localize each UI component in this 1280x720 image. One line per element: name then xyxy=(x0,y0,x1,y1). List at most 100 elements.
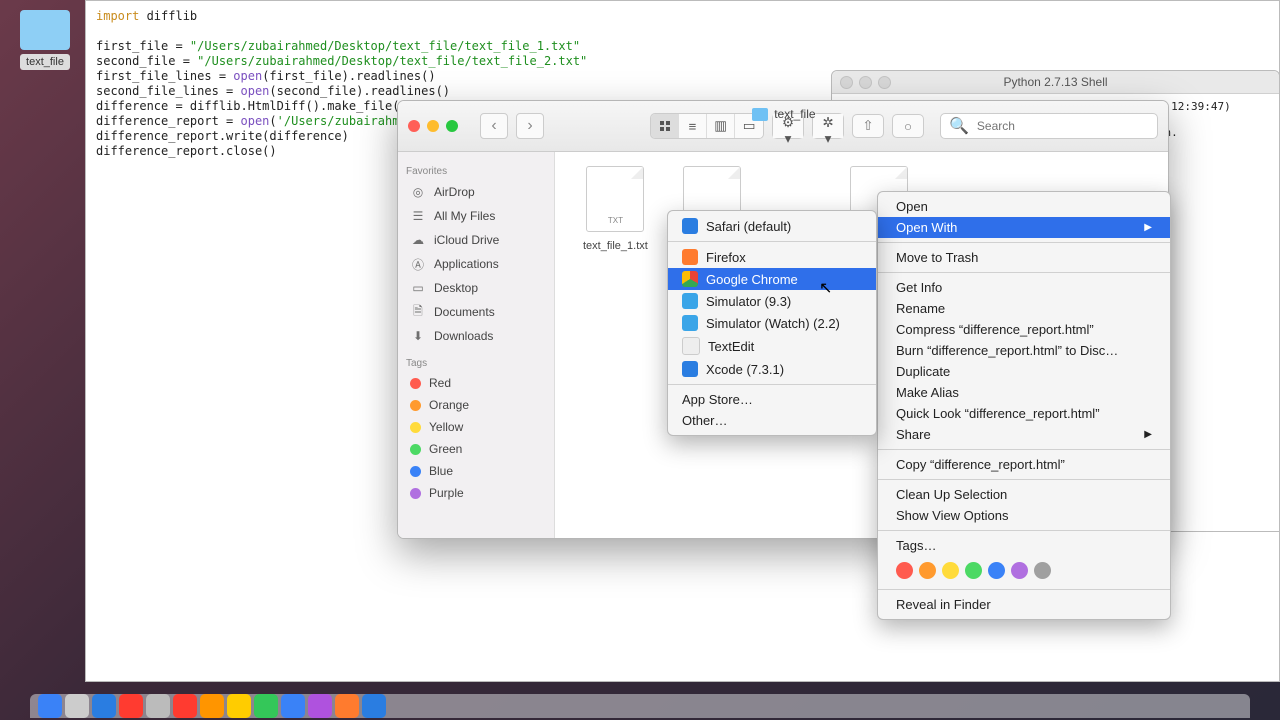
tag-dot-icon xyxy=(410,466,421,477)
dock xyxy=(30,694,1250,718)
dock-app[interactable] xyxy=(254,694,278,718)
close-icon[interactable] xyxy=(840,76,853,89)
menu-burn[interactable]: Burn “difference_report.html” to Disc… xyxy=(878,340,1170,361)
openwith-simulator-watch[interactable]: Simulator (Watch) (2.2) xyxy=(668,312,876,334)
menu-open[interactable]: Open xyxy=(878,196,1170,217)
file-icon xyxy=(586,166,644,232)
dock-app[interactable] xyxy=(146,694,170,718)
list-view-button[interactable]: ≡ xyxy=(679,114,707,138)
openwith-appstore[interactable]: App Store… xyxy=(668,389,876,410)
tag-color-swatch[interactable] xyxy=(896,562,913,579)
desktop-folder[interactable]: text_file xyxy=(20,10,70,68)
chrome-icon xyxy=(682,271,698,287)
menu-duplicate[interactable]: Duplicate xyxy=(878,361,1170,382)
sidebar-item-downloads[interactable]: ⬇Downloads xyxy=(406,324,546,348)
close-icon[interactable] xyxy=(408,120,420,132)
menu-share[interactable]: Share▶ xyxy=(878,424,1170,445)
minimize-icon[interactable] xyxy=(859,76,872,89)
menu-copy[interactable]: Copy “difference_report.html” xyxy=(878,454,1170,475)
icon-view-button[interactable] xyxy=(651,114,679,138)
menu-viewoptions[interactable]: Show View Options xyxy=(878,505,1170,526)
dock-app[interactable] xyxy=(119,694,143,718)
tag-color-swatch[interactable] xyxy=(988,562,1005,579)
tag-color-row xyxy=(878,556,1170,585)
sidebar-tag-orange[interactable]: Orange xyxy=(406,394,546,416)
view-mode-segment: ≡ ▥ ▭ xyxy=(650,113,764,139)
tag-dot-icon xyxy=(410,400,421,411)
window-controls xyxy=(408,120,458,132)
openwith-other[interactable]: Other… xyxy=(668,410,876,431)
simulator-icon xyxy=(682,315,698,331)
zoom-icon[interactable] xyxy=(446,120,458,132)
tag-color-swatch[interactable] xyxy=(942,562,959,579)
action-dropdown[interactable]: ✲ ▾ xyxy=(812,113,844,139)
tag-color-swatch[interactable] xyxy=(919,562,936,579)
openwith-safari[interactable]: Safari (default) xyxy=(668,215,876,237)
search-input[interactable] xyxy=(975,118,1129,134)
chevron-right-icon: ▶ xyxy=(1144,222,1152,233)
sidebar-item-desktop[interactable]: ▭Desktop xyxy=(406,276,546,300)
search-field[interactable]: 🔍 xyxy=(940,113,1158,139)
dock-app[interactable] xyxy=(281,694,305,718)
openwith-textedit[interactable]: TextEdit xyxy=(668,334,876,358)
textedit-icon xyxy=(682,337,700,355)
openwith-firefox[interactable]: Firefox xyxy=(668,246,876,268)
simulator-icon xyxy=(682,293,698,309)
share-button[interactable]: ⇧ xyxy=(852,114,884,138)
zoom-icon[interactable] xyxy=(878,76,891,89)
menu-get-info[interactable]: Get Info xyxy=(878,277,1170,298)
search-icon: 🔍 xyxy=(949,116,969,136)
sidebar-item-documents[interactable]: 🗎Documents xyxy=(406,300,546,324)
desktop-icon: ▭ xyxy=(410,280,426,296)
desktop-background: text_file import difflib first_file = "/… xyxy=(0,0,1280,720)
menu-rename[interactable]: Rename xyxy=(878,298,1170,319)
dock-app[interactable] xyxy=(200,694,224,718)
context-menu: Open Open With▶ Move to Trash Get Info R… xyxy=(877,191,1171,620)
openwith-xcode[interactable]: Xcode (7.3.1) xyxy=(668,358,876,380)
finder-sidebar: Favorites ◎AirDrop ☰All My Files ☁iCloud… xyxy=(398,152,555,539)
tag-color-swatch[interactable] xyxy=(1011,562,1028,579)
tags-button[interactable]: ○ xyxy=(892,114,924,138)
sidebar-item-icloud[interactable]: ☁iCloud Drive xyxy=(406,228,546,252)
menu-quicklook[interactable]: Quick Look “difference_report.html” xyxy=(878,403,1170,424)
xcode-icon xyxy=(682,361,698,377)
sidebar-tag-blue[interactable]: Blue xyxy=(406,460,546,482)
dock-app[interactable] xyxy=(308,694,332,718)
minimize-icon[interactable] xyxy=(427,120,439,132)
back-button[interactable]: ‹ xyxy=(480,113,508,139)
menu-compress[interactable]: Compress “difference_report.html” xyxy=(878,319,1170,340)
dock-app[interactable] xyxy=(38,694,62,718)
openwith-chrome[interactable]: Google Chrome xyxy=(668,268,876,290)
tag-color-swatch[interactable] xyxy=(965,562,982,579)
folder-label: text_file xyxy=(20,54,70,70)
sidebar-tag-purple[interactable]: Purple xyxy=(406,482,546,504)
sidebar-item-allmyfiles[interactable]: ☰All My Files xyxy=(406,204,546,228)
sidebar-tag-red[interactable]: Red xyxy=(406,372,546,394)
dock-app[interactable] xyxy=(173,694,197,718)
forward-button[interactable]: › xyxy=(516,113,544,139)
favorites-header: Favorites xyxy=(406,166,546,177)
shell-titlebar[interactable]: Python 2.7.13 Shell xyxy=(832,71,1279,94)
dock-app[interactable] xyxy=(362,694,386,718)
folder-icon xyxy=(752,108,768,121)
menu-make-alias[interactable]: Make Alias xyxy=(878,382,1170,403)
dock-app[interactable] xyxy=(65,694,89,718)
menu-reveal[interactable]: Reveal in Finder xyxy=(878,594,1170,615)
column-view-button[interactable]: ▥ xyxy=(707,114,735,138)
menu-cleanup[interactable]: Clean Up Selection xyxy=(878,484,1170,505)
menu-open-with[interactable]: Open With▶ xyxy=(878,217,1170,238)
dock-app[interactable] xyxy=(335,694,359,718)
tag-color-swatch[interactable] xyxy=(1034,562,1051,579)
airdrop-icon: ◎ xyxy=(410,184,426,200)
sidebar-tag-green[interactable]: Green xyxy=(406,438,546,460)
dock-app[interactable] xyxy=(227,694,251,718)
file-text1[interactable]: text_file_1.txt xyxy=(583,166,648,252)
menu-trash[interactable]: Move to Trash xyxy=(878,247,1170,268)
menu-tags[interactable]: Tags… xyxy=(878,535,1170,556)
sidebar-item-airdrop[interactable]: ◎AirDrop xyxy=(406,180,546,204)
openwith-simulator93[interactable]: Simulator (9.3) xyxy=(668,290,876,312)
sidebar-tag-yellow[interactable]: Yellow xyxy=(406,416,546,438)
sidebar-item-applications[interactable]: ⒶApplications xyxy=(406,252,546,276)
apps-icon: Ⓐ xyxy=(410,256,426,272)
dock-app[interactable] xyxy=(92,694,116,718)
